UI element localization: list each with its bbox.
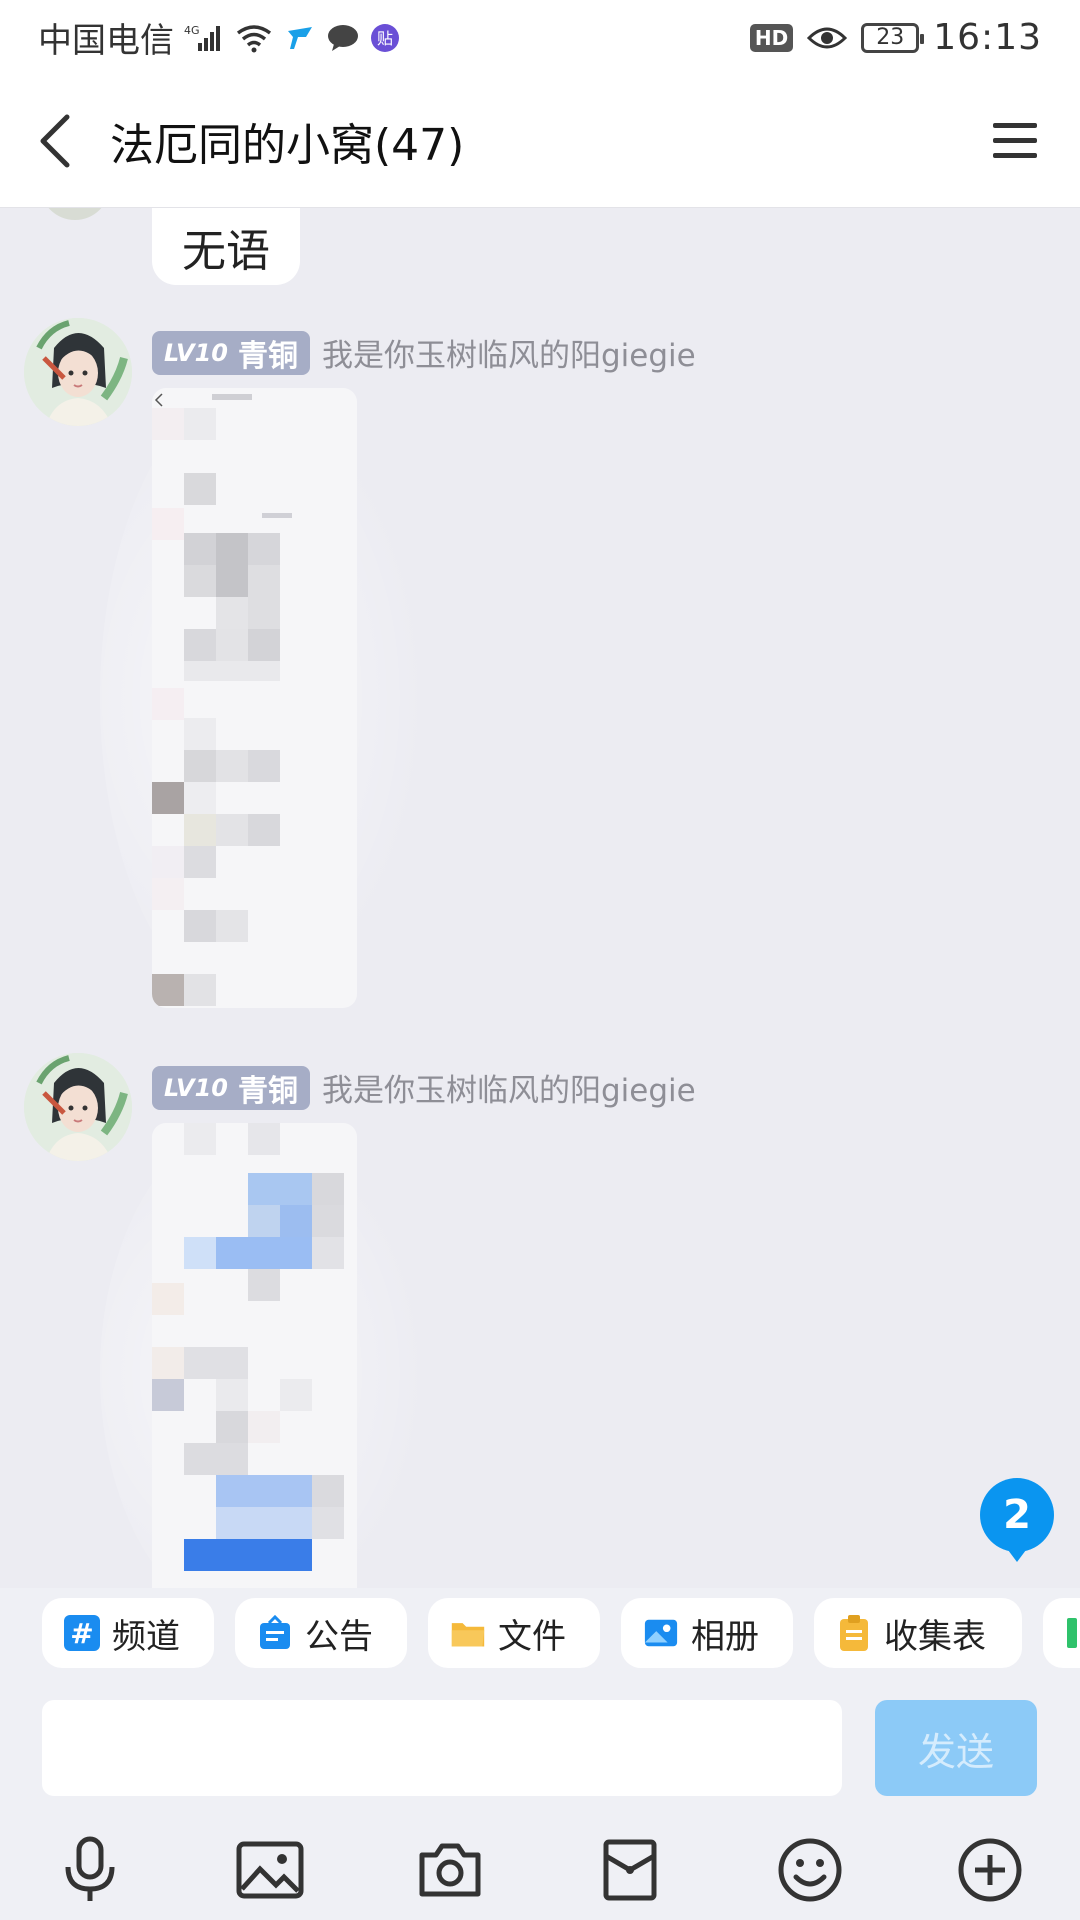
bottom-toolbar (0, 1810, 1080, 1920)
hash-icon: # (64, 1615, 100, 1651)
red-packet-icon[interactable] (590, 1830, 670, 1910)
input-row: 发送 (0, 1678, 1080, 1810)
image-message[interactable] (152, 388, 357, 1008)
avatar[interactable] (24, 1053, 132, 1161)
quick-tools-bar: # 频道 公告 文件 相册 收集表 (0, 1588, 1080, 1678)
more-tool-button[interactable] (1043, 1598, 1080, 1668)
svg-text:贴: 贴 (377, 29, 393, 48)
page-title: 法厄同的小窝(47) (110, 120, 465, 171)
status-bar: 中国电信 4G 贴 HD 23 16:13 (0, 0, 1080, 75)
back-button[interactable] (0, 75, 110, 207)
collection-form-button[interactable]: 收集表 (814, 1598, 1022, 1668)
carrier-label: 中国电信 (38, 21, 174, 61)
folder-icon (450, 1615, 486, 1651)
level-badge: LV10 青铜 (152, 1065, 310, 1110)
menu-button[interactable] (950, 75, 1080, 207)
collection-form-label: 收集表 (884, 1616, 986, 1657)
chevron-left-icon (40, 114, 70, 168)
files-label: 文件 (498, 1616, 566, 1657)
tieba-notification-icon: 贴 (370, 23, 400, 53)
unread-count-badge[interactable]: 2 (980, 1478, 1054, 1562)
svg-text:4G: 4G (184, 24, 200, 37)
cellular-signal-icon: 4G (184, 23, 224, 53)
image-message[interactable] (152, 1123, 357, 1588)
plus-icon[interactable] (950, 1830, 1030, 1910)
announcement-label: 公告 (305, 1616, 373, 1657)
clipboard-icon (836, 1615, 872, 1651)
chat-message: LV10 青铜 我是你玉树临风的阳giegie (0, 1053, 1080, 1588)
sender-nickname[interactable]: 我是你玉树临风的阳giegie (322, 1065, 696, 1110)
chat-area[interactable]: 无语 LV10 青铜 我是你玉树临风的阳giegie LV10 青铜 我是你玉树… (0, 208, 1080, 1588)
chat-notification-icon (326, 23, 360, 53)
battery-icon: 23 (861, 22, 925, 53)
sender-nickname[interactable]: 我是你玉树临风的阳giegie (322, 330, 696, 375)
hamburger-menu-icon (993, 123, 1037, 158)
level-label: LV10 (164, 338, 228, 367)
channel-label: 频道 (112, 1616, 180, 1657)
app-notification-icon (284, 23, 316, 53)
files-button[interactable]: 文件 (428, 1598, 600, 1668)
send-button[interactable]: 发送 (875, 1700, 1037, 1796)
rank-label: 青铜 (237, 338, 298, 374)
channel-button[interactable]: # 频道 (42, 1598, 214, 1668)
sender-meta: LV10 青铜 我是你玉树临风的阳giegie (152, 330, 696, 375)
level-label: LV10 (164, 1073, 228, 1102)
clock: 16:13 (933, 17, 1042, 58)
announcement-icon (257, 1615, 293, 1651)
image-icon[interactable] (230, 1830, 310, 1910)
avatar[interactable] (40, 208, 110, 220)
chat-message: LV10 青铜 我是你玉树临风的阳giegie (0, 318, 1080, 1058)
hd-voice-icon: HD (749, 23, 794, 52)
emoji-icon[interactable] (770, 1830, 850, 1910)
rank-label: 青铜 (237, 1073, 298, 1109)
sender-meta: LV10 青铜 我是你玉树临风的阳giegie (152, 1065, 696, 1110)
album-icon (643, 1615, 679, 1651)
message-input[interactable] (42, 1700, 842, 1796)
wifi-icon (234, 23, 274, 53)
avatar[interactable] (24, 318, 132, 426)
level-badge: LV10 青铜 (152, 330, 310, 375)
title-bar: 法厄同的小窝(47) (0, 75, 1080, 208)
text-message-bubble[interactable]: 无语 (152, 208, 300, 285)
camera-icon[interactable] (410, 1830, 490, 1910)
eye-comfort-icon (807, 24, 848, 52)
album-label: 相册 (691, 1616, 759, 1657)
microphone-icon[interactable] (50, 1830, 130, 1910)
album-button[interactable]: 相册 (621, 1598, 793, 1668)
tool-icon (1067, 1618, 1077, 1648)
announcement-button[interactable]: 公告 (235, 1598, 407, 1668)
